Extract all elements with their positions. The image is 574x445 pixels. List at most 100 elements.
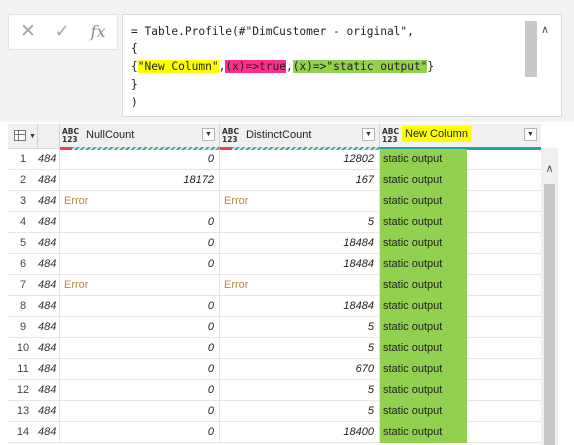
cell-new-column[interactable]: static output xyxy=(380,422,541,443)
row-number[interactable]: 7 xyxy=(8,275,38,296)
cancel-icon[interactable]: ✕ xyxy=(15,19,41,43)
cell-nullcount[interactable]: 0 xyxy=(60,422,220,443)
cell-nullcount[interactable]: Error xyxy=(60,275,220,296)
cell-distinctcount[interactable]: 18400 xyxy=(220,422,380,443)
commit-icon[interactable]: ✓ xyxy=(49,19,75,43)
cell-distinctcount[interactable]: 12802 xyxy=(220,149,380,170)
cell-distinctcount[interactable]: 5 xyxy=(220,380,380,401)
cell-new-column[interactable]: static output xyxy=(380,233,541,254)
cell-distinctcount[interactable]: 5 xyxy=(220,338,380,359)
cell-truncated[interactable]: 484 xyxy=(38,422,60,443)
row-number[interactable]: 6 xyxy=(8,254,38,275)
cell-nullcount[interactable]: 0 xyxy=(60,338,220,359)
row-number[interactable]: 11 xyxy=(8,359,38,380)
cell-new-column[interactable]: static output xyxy=(380,170,541,191)
cell-truncated[interactable]: 484 xyxy=(38,170,60,191)
cell-truncated[interactable]: 484 xyxy=(38,275,60,296)
formula-editor[interactable]: = Table.Profile(#"DimCustomer - original… xyxy=(122,14,562,117)
column-header-new-column[interactable]: ABC 123 New Column ▼ xyxy=(380,124,541,148)
column-header-truncated[interactable] xyxy=(38,124,60,148)
cell-truncated[interactable]: 484 xyxy=(38,338,60,359)
filter-dropdown-button[interactable]: ▼ xyxy=(524,128,537,141)
formula-scroll-thumb[interactable] xyxy=(525,21,537,77)
cell-truncated[interactable]: 484 xyxy=(38,254,60,275)
cell-distinctcount[interactable]: 18484 xyxy=(220,233,380,254)
row-number[interactable]: 3 xyxy=(8,191,38,212)
cell-new-column[interactable]: static output xyxy=(380,212,541,233)
table-menu-button[interactable]: ▼ xyxy=(8,124,38,148)
cell-truncated[interactable]: 484 xyxy=(38,401,60,422)
cell-truncated[interactable]: 484 xyxy=(38,233,60,254)
scroll-up-icon[interactable]: ∧ xyxy=(541,162,558,178)
cell-nullcount[interactable]: 0 xyxy=(60,317,220,338)
cell-truncated[interactable]: 484 xyxy=(38,359,60,380)
scroll-thumb[interactable] xyxy=(544,184,555,445)
filter-dropdown-button[interactable]: ▼ xyxy=(362,128,375,141)
cell-truncated[interactable]: 484 xyxy=(38,317,60,338)
grid-rows: 1 484 0 12802 static output 2 484 18172 167 stati… xyxy=(8,149,541,443)
cell-nullcount[interactable]: 0 xyxy=(60,380,220,401)
cell-truncated[interactable]: 484 xyxy=(38,296,60,317)
cell-new-column[interactable]: static output xyxy=(380,191,541,212)
cell-distinctcount[interactable]: 5 xyxy=(220,212,380,233)
cell-distinctcount[interactable]: 18484 xyxy=(220,254,380,275)
row-number[interactable]: 2 xyxy=(8,170,38,191)
cell-truncated[interactable]: 484 xyxy=(38,380,60,401)
cell-nullcount[interactable]: 0 xyxy=(60,401,220,422)
row-number[interactable]: 9 xyxy=(8,317,38,338)
column-header-nullcount[interactable]: ABC 123 NullCount ▼ xyxy=(60,124,220,148)
cell-truncated[interactable]: 484 xyxy=(38,191,60,212)
table-row: 14 484 0 18400 static output xyxy=(8,422,541,443)
cell-nullcount[interactable]: 0 xyxy=(60,254,220,275)
formula-scrollbar[interactable]: ∧ xyxy=(525,21,557,87)
row-number[interactable]: 10 xyxy=(8,338,38,359)
cell-nullcount[interactable]: 0 xyxy=(60,359,220,380)
cell-new-column[interactable]: static output xyxy=(380,275,541,296)
cell-distinctcount[interactable]: 5 xyxy=(220,317,380,338)
cell-new-column[interactable]: static output xyxy=(380,317,541,338)
cell-new-column[interactable]: static output xyxy=(380,380,541,401)
cell-distinctcount[interactable]: Error xyxy=(220,275,380,296)
table-icon xyxy=(14,130,26,141)
formula-toolbar: ✕ ✓ fx xyxy=(8,14,118,50)
vertical-scrollbar[interactable]: ∧ xyxy=(541,148,558,445)
formula-bar: ✕ ✓ fx = Table.Profile(#"DimCustomer - o… xyxy=(0,0,574,122)
cell-distinctcount[interactable]: 18484 xyxy=(220,296,380,317)
cell-nullcount[interactable]: 0 xyxy=(60,233,220,254)
column-name: New Column xyxy=(402,126,471,142)
table-row: 13 484 0 5 static output xyxy=(8,401,541,422)
row-number[interactable]: 1 xyxy=(8,149,38,170)
column-header-distinctcount[interactable]: ABC 123 DistinctCount ▼ xyxy=(220,124,380,148)
cell-nullcount[interactable]: 0 xyxy=(60,149,220,170)
cell-nullcount[interactable]: Error xyxy=(60,191,220,212)
row-number[interactable]: 4 xyxy=(8,212,38,233)
cell-new-column[interactable]: static output xyxy=(380,149,541,170)
cell-new-column[interactable]: static output xyxy=(380,296,541,317)
cell-new-column[interactable]: static output xyxy=(380,338,541,359)
row-number[interactable]: 5 xyxy=(8,233,38,254)
row-number[interactable]: 12 xyxy=(8,380,38,401)
fx-icon[interactable]: fx xyxy=(85,19,111,43)
formula-brace-close: } xyxy=(427,60,435,73)
cell-distinctcount[interactable]: 670 xyxy=(220,359,380,380)
cell-distinctcount[interactable]: 5 xyxy=(220,401,380,422)
table-row: 8 484 0 18484 static output xyxy=(8,296,541,317)
cell-new-column[interactable]: static output xyxy=(380,359,541,380)
row-number[interactable]: 13 xyxy=(8,401,38,422)
cell-distinctcount[interactable]: 167 xyxy=(220,170,380,191)
cell-nullcount[interactable]: 0 xyxy=(60,212,220,233)
cell-distinctcount[interactable]: Error xyxy=(220,191,380,212)
row-number[interactable]: 8 xyxy=(8,296,38,317)
cell-nullcount[interactable]: 18172 xyxy=(60,170,220,191)
cell-truncated[interactable]: 484 xyxy=(38,149,60,170)
chevron-up-icon[interactable]: ∧ xyxy=(541,23,549,36)
cell-new-column[interactable]: static output xyxy=(380,254,541,275)
row-number[interactable]: 14 xyxy=(8,422,38,443)
cell-truncated[interactable]: 484 xyxy=(38,212,60,233)
table-row: 5 484 0 18484 static output xyxy=(8,233,541,254)
cell-nullcount[interactable]: 0 xyxy=(60,296,220,317)
filter-dropdown-button[interactable]: ▼ xyxy=(202,128,215,141)
cell-new-column[interactable]: static output xyxy=(380,401,541,422)
table-row: 1 484 0 12802 static output xyxy=(8,149,541,170)
table-row: 10 484 0 5 static output xyxy=(8,338,541,359)
